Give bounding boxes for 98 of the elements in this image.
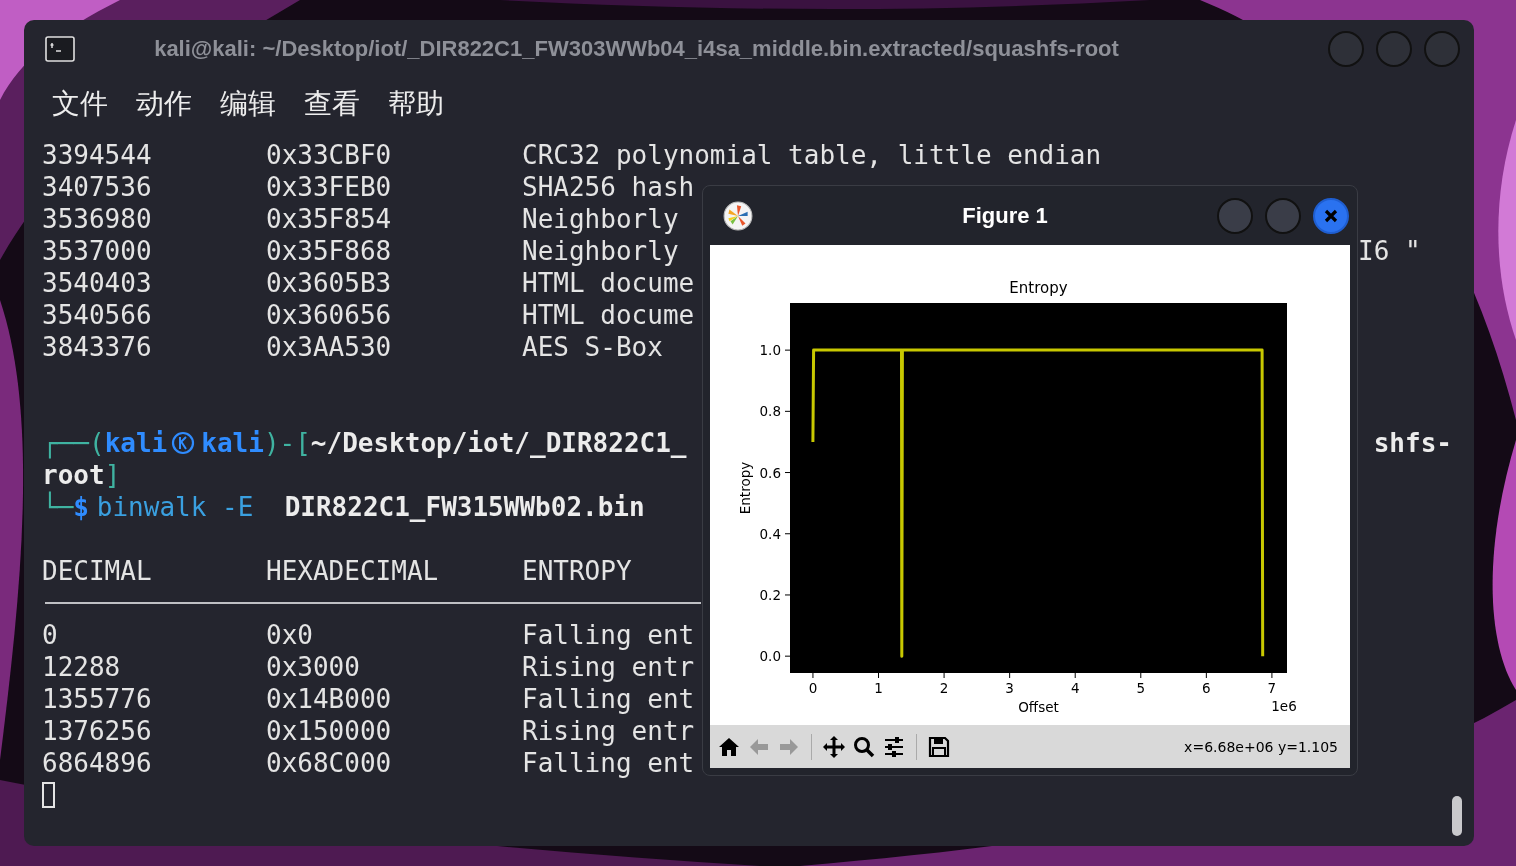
hex-value: 0x3000 (266, 651, 361, 683)
cursor-coordinates: x=6.68e+06 y=1.105 (1184, 738, 1338, 755)
column-header: HEXADECIMAL (266, 555, 440, 587)
x-tick: 2 (939, 672, 949, 696)
x-tick-label: 3 (1005, 680, 1014, 696)
description-text: Falling ent (522, 748, 695, 778)
x-tick: 7 (1267, 672, 1277, 696)
x-tick: 1 (874, 672, 883, 696)
description-text: Neighborly (522, 236, 679, 266)
decimal-value: 3407536 (42, 171, 153, 203)
user-name: kali (201, 427, 264, 459)
user-name: kali (104, 427, 168, 459)
x-tick: 4 (1070, 672, 1080, 696)
prompt-decoration: ] (104, 459, 121, 491)
text-cursor (42, 782, 55, 808)
decimal-value: 12288 (42, 651, 122, 683)
hex-value: 0x150000 (266, 715, 393, 747)
hex-value: 0x35F854 (266, 203, 393, 235)
x-tick: 0 (808, 672, 818, 696)
hex-value: 0x360656 (266, 299, 393, 331)
description-text: HTML docume (522, 268, 695, 298)
column-header: DECIMAL (42, 555, 153, 587)
hex-value: 0x33CBF0 (266, 139, 393, 171)
hex-value: 0x68C000 (266, 747, 393, 779)
column-header: ENTROPY (522, 555, 633, 587)
x-tick-label: 2 (939, 680, 949, 696)
hex-value: 0x35F868 (266, 235, 393, 267)
y-tick: 0.0 (759, 648, 791, 665)
menu-item[interactable]: 查看 (304, 85, 360, 123)
x-tick-label: 7 (1267, 680, 1277, 696)
prompt-symbol: $ (73, 492, 89, 523)
decimal-value: 3540403 (42, 267, 153, 299)
decimal-value: 3540566 (42, 299, 153, 331)
hex-value: 0x3605B3 (266, 267, 393, 299)
description-text: Neighborly (522, 204, 679, 234)
hex-value: 0x3AA530 (266, 331, 393, 363)
hex-value: 0x0 (266, 619, 314, 651)
decimal-value: 3536980 (42, 203, 153, 235)
decimal-value: 3843376 (42, 331, 153, 363)
decimal-value: 6864896 (42, 747, 153, 779)
description-text: Falling ent (522, 684, 695, 714)
prompt-decoration: └─ (42, 491, 74, 523)
scrollbar-thumb[interactable] (1452, 796, 1462, 836)
x-tick: 5 (1136, 672, 1146, 696)
y-tick-label: 0.8 (759, 403, 781, 420)
decimal-value: 3394544 (42, 139, 153, 171)
menu-item[interactable]: 编辑 (220, 85, 276, 123)
description-text: SHA256 hash (522, 172, 695, 202)
x-tick-label: 0 (808, 680, 818, 696)
x-tick: 6 (1202, 672, 1211, 696)
decimal-value: 0 (42, 619, 59, 651)
menu-item[interactable]: 帮助 (388, 85, 444, 123)
x-tick-label: 1 (874, 680, 883, 696)
file-argument: DIR822C1_FW315WWb02.bin (284, 491, 645, 523)
chart-title: Entropy (1009, 279, 1068, 297)
y-tick-label: 0.6 (759, 464, 781, 481)
y-tick: 0.8 (759, 403, 791, 420)
description-text: Falling ent (522, 620, 695, 650)
y-tick: 0.6 (759, 464, 791, 481)
working-directory: ~/Desktop/iot/_DIR822C1_ (310, 427, 687, 459)
x-tick: 3 (1005, 672, 1014, 696)
y-tick: 1.0 (759, 342, 791, 359)
axis-offset-label: 1e6 (1271, 698, 1297, 714)
decimal-value: 1355776 (42, 683, 153, 715)
hex-value: 0x14B000 (266, 683, 393, 715)
y-tick-label: 0.2 (759, 586, 781, 603)
y-tick: 0.4 (759, 525, 791, 542)
description-text: I6 " (1358, 235, 1422, 267)
y-tick-label: 0.4 (759, 525, 781, 542)
description-text: Rising entr (522, 716, 695, 746)
x-axis-label: Offset (1018, 699, 1059, 715)
hex-value: 0x33FEB0 (266, 171, 393, 203)
x-tick-label: 5 (1136, 680, 1146, 696)
description-text: Rising entr (522, 652, 695, 682)
working-directory: root (42, 459, 105, 491)
decimal-value: 1376256 (42, 715, 153, 747)
decimal-value: 3537000 (42, 235, 153, 267)
prompt-decoration: )-[ (263, 427, 311, 459)
window-title: Figure 1 (961, 202, 1049, 229)
y-tick: 0.2 (759, 586, 791, 603)
description-text: CRC32 polynomial table, little endian (522, 140, 1102, 170)
menu-item[interactable]: 文件 (52, 85, 108, 123)
y-tick-label: 1.0 (759, 342, 781, 359)
x-tick-label: 4 (1070, 680, 1080, 696)
prompt-decoration: ┌──( (42, 427, 105, 459)
menu-item[interactable]: 动作 (136, 85, 192, 123)
kali-logo-icon (171, 431, 196, 455)
description-text: AES S-Box (522, 332, 663, 362)
command-text: binwalk -E (96, 491, 254, 523)
working-directory: shfs- (1373, 427, 1452, 459)
description-text: HTML docume (522, 300, 695, 330)
y-axis-label: Entropy (737, 461, 753, 515)
close-button[interactable] (1313, 197, 1349, 234)
terminal-icon (45, 36, 75, 62)
x-tick-label: 6 (1202, 680, 1211, 696)
app-icon (723, 200, 753, 231)
window-title: kali@kali: ~/Desktop/iot/_DIR822C1_FW303WWb04_i4sa_middle.bin.extracted/squashfs-root (153, 36, 1120, 62)
y-tick-label: 0.0 (759, 648, 781, 665)
